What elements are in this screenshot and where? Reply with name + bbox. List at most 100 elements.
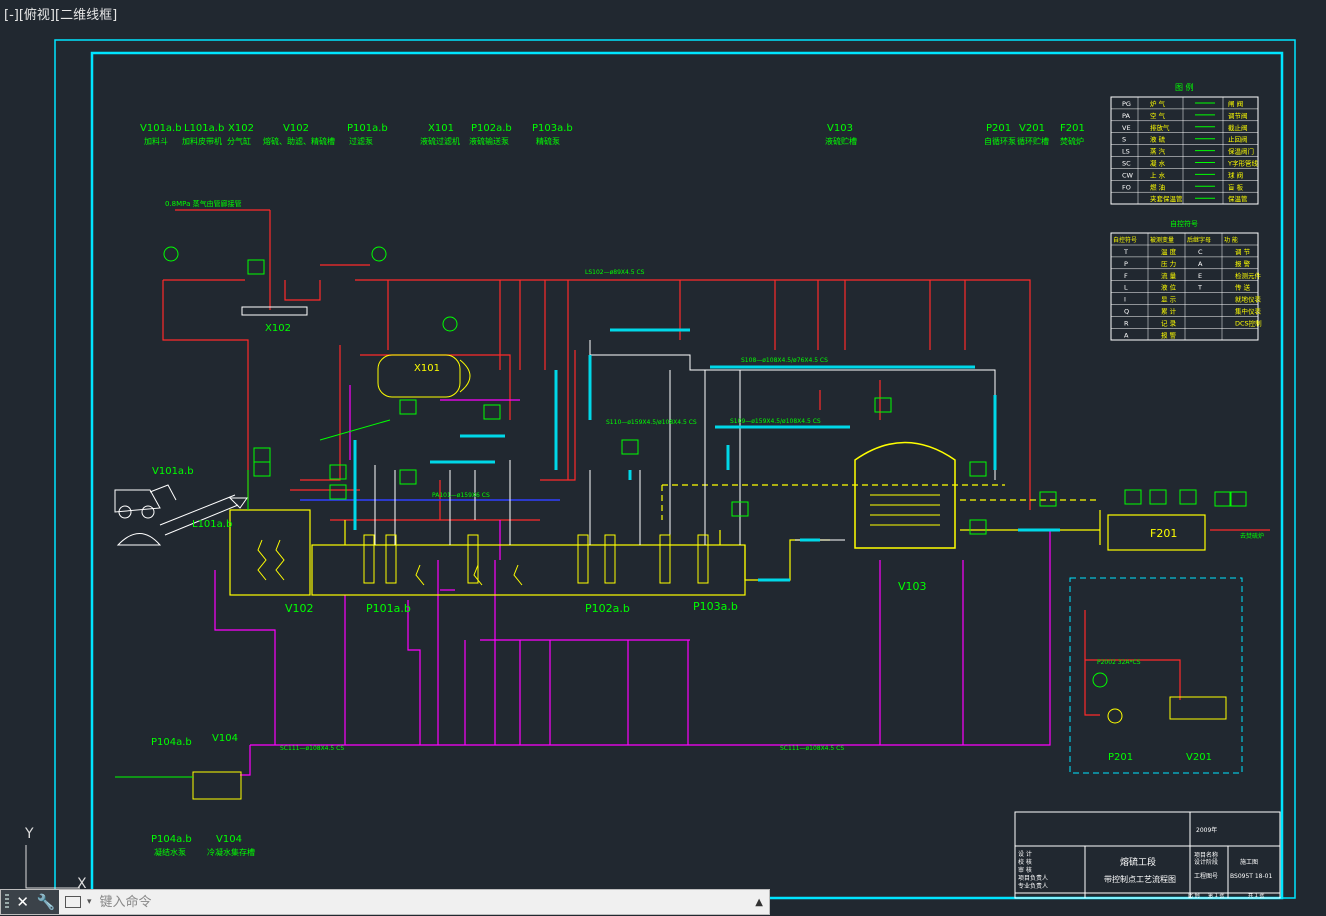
svg-text:分气缸: 分气缸 bbox=[227, 136, 251, 146]
svg-text:报 警: 报 警 bbox=[1235, 259, 1251, 268]
svg-text:自控符号: 自控符号 bbox=[1170, 219, 1198, 228]
svg-text:P101a.b: P101a.b bbox=[347, 123, 388, 134]
instrument-legend-row: L液 位T传 送 bbox=[1111, 280, 1258, 292]
legend-code: SC bbox=[1122, 160, 1131, 168]
svg-text:被测变量: 被测变量 bbox=[1150, 236, 1174, 244]
svg-text:DCS控制: DCS控制 bbox=[1235, 318, 1262, 327]
legend-medium: 夹套保温管 bbox=[1150, 194, 1183, 203]
wrench-icon[interactable]: 🔧 bbox=[37, 893, 56, 911]
svg-text:V201: V201 bbox=[1186, 752, 1212, 763]
legend-valve: 保温阀门 bbox=[1228, 147, 1254, 156]
svg-text:A: A bbox=[1198, 260, 1203, 268]
svg-text:审 核: 审 核 bbox=[1018, 866, 1032, 874]
svg-text:液硫输送泵: 液硫输送泵 bbox=[469, 136, 509, 146]
svg-text:流 量: 流 量 bbox=[1161, 271, 1177, 280]
tag-p103: P103a.b 精硫泵 bbox=[532, 123, 573, 146]
legend-row: S 液 硫 止回阀 bbox=[1111, 132, 1258, 144]
svg-text:记 录: 记 录 bbox=[1161, 319, 1177, 327]
tag-v101: V101a.b 加料斗 bbox=[140, 123, 182, 146]
chevron-down-icon[interactable]: ▾ bbox=[87, 897, 92, 907]
legend-code: PA bbox=[1122, 112, 1131, 120]
svg-text:显 示: 显 示 bbox=[1161, 296, 1177, 304]
legend-code: VE bbox=[1122, 124, 1131, 132]
tag-p201: P201 自循环泵 bbox=[984, 123, 1016, 146]
svg-text:带控制点工艺流程图: 带控制点工艺流程图 bbox=[1104, 874, 1176, 884]
loader-illustration: V101a.b L101a.b bbox=[114, 466, 248, 546]
legend-row: CW 上 水 球 阀 bbox=[1111, 168, 1258, 179]
svg-text:Q: Q bbox=[1124, 308, 1129, 316]
legend-medium: 液 硫 bbox=[1150, 135, 1166, 144]
svg-text:就地仪表: 就地仪表 bbox=[1235, 295, 1262, 304]
legend-row: PG 炉 气 闸 阀 bbox=[1111, 96, 1258, 108]
svg-text:R: R bbox=[1124, 319, 1129, 327]
command-prompt[interactable]: ▾ bbox=[59, 893, 702, 911]
svg-text:设 计: 设 计 bbox=[1018, 850, 1032, 858]
drawing-canvas[interactable]: V101a.b 加料斗 L101a.b 加料皮带机 X102 分气缸 V102 熔硫、助… bbox=[0, 0, 1326, 916]
svg-text:A: A bbox=[1124, 331, 1129, 339]
svg-text:V102: V102 bbox=[285, 602, 314, 615]
svg-text:设计阶段: 设计阶段 bbox=[1194, 858, 1218, 866]
svg-text:BS095T 18-01: BS095T 18-01 bbox=[1230, 873, 1272, 880]
legend-code: LS bbox=[1122, 148, 1130, 156]
svg-text:传 送: 传 送 bbox=[1235, 283, 1251, 292]
sheet-border-outer bbox=[54, 39, 1296, 899]
instrument-legend-table: 自控符号 自控符号 被测变量 后继字母功 能T 温 度C调 节P 压 力A报 警F 流 量… bbox=[1110, 219, 1262, 341]
drag-handle-icon[interactable] bbox=[4, 894, 9, 910]
tag-l101: L101a.b 加料皮带机 bbox=[182, 123, 224, 146]
unit-labels: V102 P101a.b P102a.b P103a.b bbox=[285, 600, 738, 615]
svg-text:T: T bbox=[1123, 248, 1128, 256]
svg-text:SC111—ø108X4.5 CS: SC111—ø108X4.5 CS bbox=[780, 745, 844, 752]
svg-text:V103: V103 bbox=[898, 580, 927, 593]
svg-text:熔硫、助滤、精硫槽: 熔硫、助滤、精硫槽 bbox=[263, 136, 335, 146]
svg-text:X102: X102 bbox=[265, 323, 291, 334]
svg-text:去焚硫炉: 去焚硫炉 bbox=[1240, 532, 1264, 540]
svg-text:0.8MPa 蒸气由管廊接管: 0.8MPa 蒸气由管廊接管 bbox=[165, 199, 242, 208]
svg-text:冷凝水集存槽: 冷凝水集存槽 bbox=[207, 847, 255, 857]
svg-text:自控符号: 自控符号 bbox=[1113, 236, 1137, 244]
tag-x102: X102 分气缸 bbox=[227, 123, 254, 146]
v103-tank: V103 bbox=[854, 441, 956, 593]
legend-valve: 球 阀 bbox=[1228, 170, 1243, 179]
svg-text:过滤泵: 过滤泵 bbox=[349, 136, 373, 146]
svg-text:专业负责人: 专业负责人 bbox=[1018, 882, 1048, 890]
legend-valve: 保温管 bbox=[1228, 194, 1248, 203]
close-icon[interactable]: ✕ bbox=[16, 893, 29, 911]
svg-text:P103a.b: P103a.b bbox=[693, 600, 738, 613]
legend-medium: 凝 水 bbox=[1150, 159, 1166, 168]
title-block: 2009年 熔硫工段 带控制点工艺流程图 项目名称 设计阶段 施工图 工程图号 … bbox=[1014, 811, 1281, 899]
svg-text:V104: V104 bbox=[216, 834, 242, 845]
legend-valve: 闸 阀 bbox=[1228, 99, 1243, 108]
legend-code: CW bbox=[1122, 171, 1134, 179]
svg-text:第 1 张: 第 1 张 bbox=[1208, 892, 1224, 899]
svg-text:X101: X101 bbox=[414, 363, 440, 374]
chevron-up-icon[interactable]: ▲ bbox=[755, 897, 763, 908]
instrument-legend-row: P压 力A报 警 bbox=[1111, 256, 1258, 268]
tag-f201: F201 焚硫炉 bbox=[1060, 123, 1085, 146]
svg-text:S108—ø108X4.5/ø76X4.5 CS: S108—ø108X4.5/ø76X4.5 CS bbox=[741, 357, 828, 364]
svg-text:液硫贮槽: 液硫贮槽 bbox=[825, 136, 857, 146]
x102-header: X102 bbox=[241, 306, 308, 334]
svg-text:检测元件: 检测元件 bbox=[1235, 271, 1262, 280]
svg-text:X101: X101 bbox=[428, 123, 454, 134]
svg-text:累 计: 累 计 bbox=[1161, 307, 1177, 316]
svg-text:图 例: 图 例 bbox=[1175, 82, 1194, 92]
svg-text:功 能: 功 能 bbox=[1224, 236, 1238, 244]
legend-row: SC 凝 水 Y字形管线 bbox=[1111, 156, 1258, 168]
svg-text:2009年: 2009年 bbox=[1196, 826, 1217, 834]
svg-text:E: E bbox=[1198, 272, 1202, 280]
x101-filter: X101 bbox=[377, 354, 471, 398]
instrument-legend-row: F 流 量 E 检测元件 bbox=[1111, 268, 1262, 280]
legend-code: PG bbox=[1122, 100, 1131, 108]
tag-x101: X101 液硫过滤机 bbox=[420, 123, 460, 146]
svg-text:项目负责人: 项目负责人 bbox=[1018, 874, 1048, 882]
svg-text:P201: P201 bbox=[986, 123, 1011, 134]
svg-text:报 警: 报 警 bbox=[1161, 330, 1177, 339]
command-input[interactable] bbox=[97, 893, 702, 911]
legend-row: 夹套保温管 保温管 bbox=[1111, 191, 1258, 203]
command-window-icon[interactable] bbox=[65, 896, 81, 908]
svg-text:I: I bbox=[1124, 296, 1126, 304]
svg-text:P104a.b: P104a.b bbox=[151, 737, 192, 748]
legend-code: FO bbox=[1122, 183, 1131, 191]
tag-p101: P101a.b 过滤泵 bbox=[347, 123, 388, 146]
legend-medium: 上 水 bbox=[1150, 170, 1166, 179]
